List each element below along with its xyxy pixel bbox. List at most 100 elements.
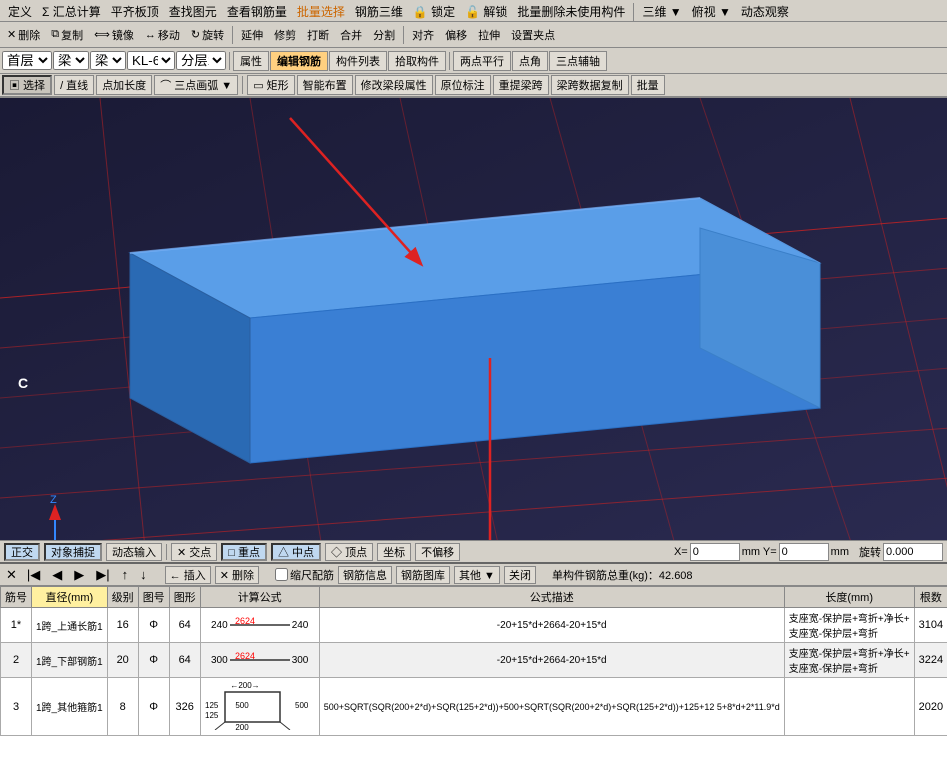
- menu-topview[interactable]: 俯视 ▼: [688, 2, 735, 21]
- btn-delete[interactable]: ✕删除: [2, 25, 45, 45]
- cell-length: 2020: [914, 678, 947, 736]
- x-input[interactable]: [690, 543, 740, 561]
- cb-scale[interactable]: [275, 568, 288, 581]
- btn-close[interactable]: 关闭: [504, 566, 536, 584]
- cell-length: 3104: [914, 608, 947, 643]
- layer-span-select[interactable]: 分层1: [176, 51, 226, 70]
- layer-floor-select[interactable]: 首层: [2, 51, 52, 70]
- btn-coord[interactable]: 坐标: [377, 543, 411, 561]
- btn-first[interactable]: |◀: [23, 566, 44, 584]
- cb-scale-label[interactable]: 缩尺配筋: [275, 567, 334, 583]
- btn-mirror[interactable]: ⟺镜像: [89, 25, 139, 45]
- x-label: X=: [674, 546, 688, 558]
- rotate-input[interactable]: [883, 543, 943, 561]
- btn-setgrip[interactable]: 设置夹点: [506, 25, 560, 45]
- th-diameter: 直径(mm): [32, 587, 108, 608]
- btn-copy-span[interactable]: 梁跨数据复制: [551, 75, 629, 95]
- cell-formula: -20+15*d+2664-20+15*d: [319, 608, 784, 643]
- cell-grade: Φ: [138, 678, 169, 736]
- table-row[interactable]: 3 1跨_其他箍筋1 8 Φ 326 ←200→: [1, 678, 947, 736]
- btn-point-angle[interactable]: 点角: [512, 51, 548, 71]
- cell-id: 3: [1, 678, 32, 736]
- menu-unlock[interactable]: 🔓 解锁: [461, 2, 511, 21]
- th-grade: 级别: [107, 587, 138, 608]
- btn-line[interactable]: / 直线: [54, 75, 94, 95]
- layer-kl-select[interactable]: KL-6: [127, 51, 175, 70]
- btn-delete-row[interactable]: ✕ 删除: [215, 566, 259, 584]
- btn-select[interactable]: ▣ 选择: [2, 75, 52, 95]
- cell-length: 3224: [914, 643, 947, 678]
- menu-lock[interactable]: 🔒 锁定: [409, 2, 459, 21]
- btn-merge[interactable]: 合并: [335, 25, 367, 45]
- btn-trim[interactable]: 修剪: [269, 25, 301, 45]
- btn-extend[interactable]: 延伸: [236, 25, 268, 45]
- btn-rotate[interactable]: ↻旋转: [186, 25, 229, 45]
- table-container: 筋号 直径(mm) 级别 图号 图形 计算公式 公式描述 长度(mm) 根数 搭…: [0, 586, 947, 736]
- btn-close-panel[interactable]: ✕: [4, 567, 19, 583]
- y-input[interactable]: [779, 543, 829, 561]
- btn-component-list[interactable]: 构件列表: [329, 51, 387, 71]
- layer-type1-select[interactable]: 梁: [53, 51, 89, 70]
- rotate-label: 旋转: [859, 544, 881, 560]
- btn-vertex[interactable]: ◇ 顶点: [325, 543, 373, 561]
- table-row[interactable]: 1* 1跨_上通长筋1 16 Φ 64 240 2624: [1, 608, 947, 643]
- menu-flush[interactable]: 平齐板顶: [107, 2, 163, 21]
- panel-controls: ✕ |◀ ◀ ▶ ▶| ↑ ↓ ← 插入 ✕ 删除 缩尺配筋 钢筋信息 钢筋图库…: [0, 564, 947, 586]
- btn-rebar-info[interactable]: 钢筋信息: [338, 566, 392, 584]
- btn-copy[interactable]: ⧉复制: [46, 25, 88, 45]
- btn-dynamic-input[interactable]: 动态输入: [106, 543, 162, 561]
- table-row[interactable]: 2 1跨_下部钢筋1 20 Φ 64 300 2624: [1, 643, 947, 678]
- btn-offset[interactable]: 偏移: [440, 25, 472, 45]
- btn-endpoint[interactable]: □ 重点: [221, 543, 267, 561]
- btn-arc[interactable]: ⌒ 三点画弧 ▼: [154, 75, 238, 95]
- menu-dynamic[interactable]: 动态观察: [737, 2, 793, 21]
- th-formula: 计算公式: [200, 587, 319, 608]
- sep2: [232, 26, 233, 44]
- layer-type2-select[interactable]: 梁: [90, 51, 126, 70]
- th-figno: 图号: [138, 587, 169, 608]
- btn-down[interactable]: ↓: [136, 566, 151, 584]
- menu-view-rebar[interactable]: 查看钢筋量: [223, 2, 291, 21]
- viewport[interactable]: Z X Y C B 10 B: [0, 98, 947, 540]
- menu-find[interactable]: 查找图元: [165, 2, 221, 21]
- btn-pick-component[interactable]: 拾取构件: [388, 51, 446, 71]
- btn-break[interactable]: 打断: [302, 25, 334, 45]
- toolbar-layers: 首层 梁 梁 KL-6 分层1 属性 编辑钢筋 构件列表 拾取构件 两点平行 点…: [0, 48, 947, 74]
- cell-formula: -20+15*d+2664-20+15*d: [319, 643, 784, 678]
- menu-rebar-3d[interactable]: 钢筋三维: [351, 2, 407, 21]
- menu-3d[interactable]: 三维 ▼: [638, 2, 685, 21]
- coord-group: X= mm Y= mm 旋转: [674, 543, 943, 561]
- btn-orthogonal[interactable]: 正交: [4, 543, 40, 561]
- btn-modify-span[interactable]: 修改梁段属性: [355, 75, 433, 95]
- btn-split[interactable]: 分割: [368, 25, 400, 45]
- btn-original-mark[interactable]: 原位标注: [435, 75, 491, 95]
- btn-two-point-parallel[interactable]: 两点平行: [453, 51, 511, 71]
- menu-calc[interactable]: Σ 汇总计算: [38, 2, 105, 21]
- btn-intersection[interactable]: ✕ 交点: [171, 543, 217, 561]
- btn-batch[interactable]: 批量: [631, 75, 665, 95]
- btn-object-snap[interactable]: 对象捕捉: [44, 543, 102, 561]
- btn-rebar-library[interactable]: 钢筋图库: [396, 566, 450, 584]
- btn-move[interactable]: ↔移动: [140, 25, 185, 45]
- menu-batch-delete[interactable]: 批量删除未使用构件: [513, 2, 629, 21]
- btn-midpoint[interactable]: △ 中点: [271, 543, 321, 561]
- btn-last[interactable]: ▶|: [92, 566, 113, 584]
- btn-other[interactable]: 其他 ▼: [454, 566, 500, 584]
- btn-no-offset[interactable]: 不偏移: [415, 543, 460, 561]
- btn-point-length[interactable]: 点加长度: [96, 75, 152, 95]
- btn-stretch[interactable]: 拉伸: [473, 25, 505, 45]
- btn-three-point-axis[interactable]: 三点辅轴: [549, 51, 607, 71]
- btn-re-pick-span[interactable]: 重提梁跨: [493, 75, 549, 95]
- btn-align[interactable]: 对齐: [407, 25, 439, 45]
- btn-prev[interactable]: ◀: [48, 566, 66, 584]
- menu-define[interactable]: 定义: [4, 2, 36, 21]
- menu-batch-select[interactable]: 批量选择: [293, 2, 349, 21]
- cell-shape: 300 2624 300: [200, 643, 319, 678]
- btn-edit-rebar[interactable]: 编辑钢筋: [270, 51, 328, 71]
- btn-rect[interactable]: ▭ 矩形: [247, 75, 294, 95]
- btn-next[interactable]: ▶: [70, 566, 88, 584]
- btn-insert[interactable]: ← 插入: [165, 566, 211, 584]
- btn-up[interactable]: ↑: [118, 566, 133, 584]
- btn-properties[interactable]: 属性: [233, 51, 269, 71]
- btn-smart-layout[interactable]: 智能布置: [297, 75, 353, 95]
